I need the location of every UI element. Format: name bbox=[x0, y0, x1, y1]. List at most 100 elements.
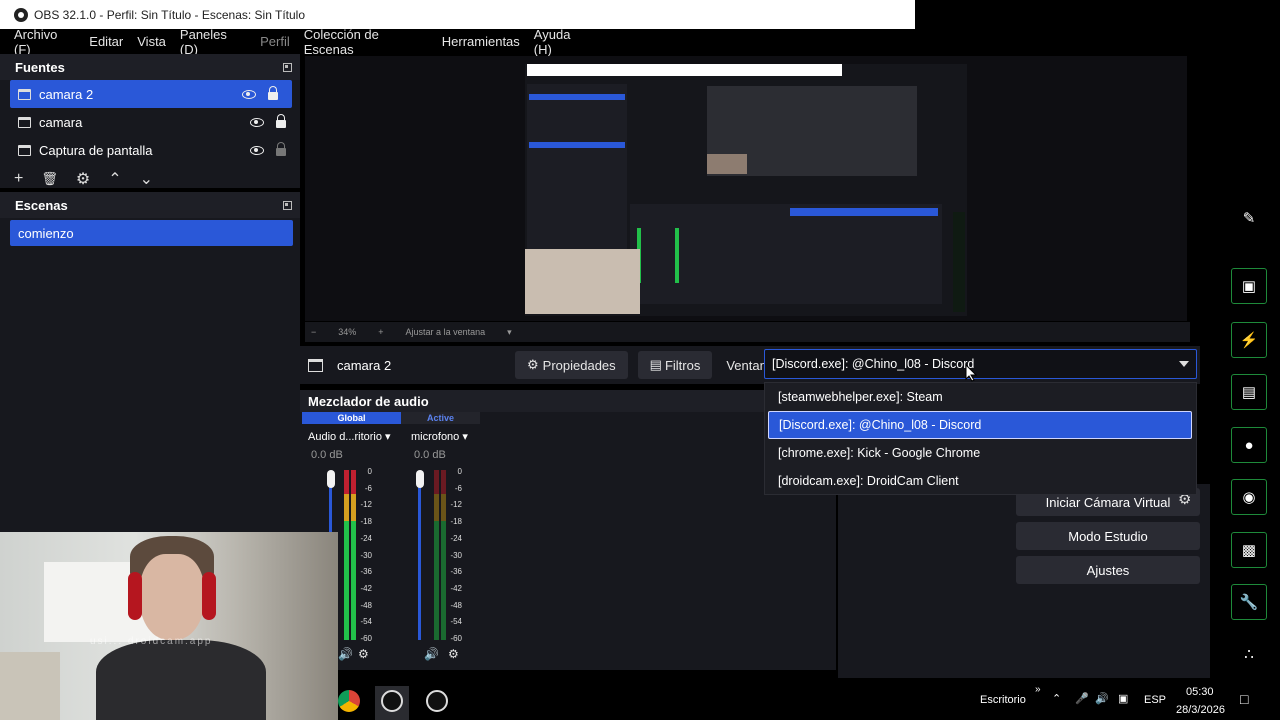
clock-date[interactable]: 28/3/2026 bbox=[1176, 704, 1225, 716]
scenes-icon[interactable]: ▩ bbox=[1231, 532, 1267, 568]
window-option-droidcam[interactable]: [droidcam.exe]: DroidCam Client bbox=[765, 467, 1196, 495]
channel-name-mic[interactable]: microfono ▾ bbox=[411, 430, 468, 443]
network-icon[interactable]: ▣ bbox=[1118, 692, 1128, 705]
fader-track-mic[interactable] bbox=[418, 480, 421, 640]
window-select-dropdown: [steamwebhelper.exe]: Steam [Discord.exe… bbox=[764, 382, 1197, 495]
wrench-icon[interactable]: 🔧 bbox=[1231, 584, 1267, 620]
source-item-camara-2[interactable]: camara 2 bbox=[10, 80, 292, 108]
source-label: camara bbox=[39, 114, 83, 130]
more-icon[interactable]: ∴ bbox=[1231, 636, 1267, 672]
display-capture-icon bbox=[18, 144, 31, 156]
broadcast-icon[interactable]: ◉ bbox=[1231, 479, 1267, 515]
webcam-watermark: usi... droidcam.app bbox=[90, 636, 213, 647]
edit-icon[interactable]: ✎ bbox=[1231, 200, 1267, 236]
settings-button[interactable]: Ajustes bbox=[1016, 556, 1200, 584]
trash-icon[interactable]: 🗑 bbox=[41, 171, 58, 187]
menu-paneles[interactable]: Paneles (D) bbox=[180, 27, 246, 57]
window-option-steam[interactable]: [steamwebhelper.exe]: Steam bbox=[765, 383, 1196, 411]
undock-icon[interactable] bbox=[283, 62, 292, 72]
menu-archivo[interactable]: Archivo (F) bbox=[14, 27, 75, 57]
window-option-discord[interactable]: [Discord.exe]: @Chino_l08 - Discord bbox=[768, 411, 1192, 439]
webcam-face bbox=[140, 554, 204, 640]
channel-db-mic: 0.0 dB bbox=[414, 449, 446, 461]
filter-icon: ▤ bbox=[649, 357, 662, 372]
speaker-icon[interactable]: 🔊 bbox=[424, 647, 439, 661]
obs-logo-icon bbox=[14, 7, 28, 22]
window-select[interactable]: [Discord.exe]: @Chino_l08 - Discord bbox=[764, 349, 1197, 379]
chevron-double-icon[interactable]: » bbox=[1035, 684, 1041, 695]
source-label: camara 2 bbox=[39, 86, 94, 102]
properties-button[interactable]: ⚙ Propiedades bbox=[515, 351, 628, 379]
scene-item-comienzo[interactable]: comienzo bbox=[10, 220, 293, 246]
volume-icon[interactable]: 🔊 bbox=[1095, 692, 1109, 705]
sources-panel: Fuentes camara 2 camara Captura de panta… bbox=[0, 54, 300, 188]
menu-editar[interactable]: Editar bbox=[89, 34, 123, 49]
preview-zoom-bar: − 34% + Ajustar a la ventana ▾ bbox=[305, 322, 1190, 342]
window-title: OBS 32.1.0 - Perfil: Sin Título - Escena… bbox=[34, 7, 306, 22]
title-bar: OBS 32.1.0 - Perfil: Sin Título - Escena… bbox=[0, 0, 915, 29]
tab-global[interactable]: Global bbox=[302, 412, 401, 424]
chevron-down-icon[interactable]: ▾ bbox=[507, 327, 512, 338]
chevron-down-icon[interactable]: ⌄ bbox=[140, 169, 153, 189]
chrome-icon[interactable] bbox=[338, 690, 360, 712]
webcam-headphone bbox=[202, 572, 216, 620]
fit-to-window-button[interactable]: Ajustar a la ventana bbox=[406, 327, 486, 337]
menu-herramientas[interactable]: Herramientas bbox=[442, 34, 520, 49]
fader-knob-mic[interactable] bbox=[416, 470, 424, 488]
menu-ayuda[interactable]: Ayuda (H) bbox=[534, 27, 590, 57]
gear-icon[interactable]: ⚙ bbox=[76, 169, 90, 189]
visibility-eye-icon[interactable] bbox=[242, 89, 256, 99]
visibility-eye-icon[interactable] bbox=[250, 145, 264, 155]
selected-source-name: camara 2 bbox=[337, 357, 392, 373]
preview-capture-titlebar bbox=[527, 64, 842, 76]
menu-perfil[interactable]: Perfil bbox=[260, 34, 290, 49]
menu-vista[interactable]: Vista bbox=[137, 34, 166, 49]
zoom-out-button[interactable]: − bbox=[311, 327, 316, 337]
chevron-up-icon[interactable]: ⌃ bbox=[1052, 692, 1061, 705]
settings-label: Ajustes bbox=[1086, 562, 1130, 578]
source-item-camara[interactable]: camara bbox=[0, 108, 300, 136]
droidcam-icon[interactable] bbox=[426, 690, 448, 712]
document-icon[interactable]: ▤ bbox=[1231, 374, 1267, 410]
lock-icon[interactable] bbox=[268, 86, 278, 100]
webcam-overlay: usi... droidcam.app bbox=[0, 532, 338, 720]
microphone-icon[interactable]: 🎤 bbox=[1075, 692, 1089, 705]
menu-coleccion-escenas[interactable]: Colección de Escenas bbox=[304, 27, 428, 57]
window-select-value: [Discord.exe]: @Chino_l08 - Discord bbox=[772, 357, 975, 371]
filters-button[interactable]: ▤ Filtros bbox=[637, 351, 713, 379]
lightning-icon[interactable]: ⚡ bbox=[1231, 322, 1267, 358]
studio-mode-button[interactable]: Modo Estudio bbox=[1016, 522, 1200, 550]
visibility-eye-icon[interactable] bbox=[250, 117, 264, 127]
unlock-icon[interactable] bbox=[276, 142, 286, 156]
fader-knob-desktop[interactable] bbox=[327, 470, 335, 488]
mixer-settings-icon[interactable]: ⚙ bbox=[358, 647, 369, 661]
right-sidebar: ✎ ▣ ⚡ ▤ ● ◉ ▩ 🔧 ∴ bbox=[1218, 208, 1280, 678]
chat-icon[interactable]: ● bbox=[1231, 427, 1267, 463]
chevron-up-icon[interactable]: ⌃ bbox=[108, 169, 121, 189]
language-indicator[interactable]: ESP bbox=[1144, 694, 1166, 706]
taskbar: Escritorio » ⌃ 🎤 🔊 ▣ ESP 05:30 28/3/2026… bbox=[338, 682, 1280, 720]
clock-time[interactable]: 05:30 bbox=[1186, 686, 1214, 698]
mixer-settings-icon[interactable]: ⚙ bbox=[448, 647, 459, 661]
zoom-in-button[interactable]: + bbox=[378, 327, 383, 337]
scenes-panel: Escenas comienzo bbox=[0, 192, 300, 532]
channel-name-desktop[interactable]: Audio d...ritorio ▾ bbox=[308, 430, 391, 443]
window-option-chrome[interactable]: [chrome.exe]: Kick - Google Chrome bbox=[765, 439, 1196, 467]
speaker-icon[interactable]: 🔊 bbox=[338, 647, 353, 661]
tab-active[interactable]: Active bbox=[401, 412, 480, 424]
sources-title: Fuentes bbox=[15, 59, 65, 75]
screenshot-icon[interactable]: ▣ bbox=[1231, 268, 1267, 304]
source-item-captura-pantalla[interactable]: Captura de pantalla bbox=[0, 136, 300, 164]
undock-icon[interactable] bbox=[283, 200, 292, 210]
notification-icon[interactable]: □ bbox=[1240, 691, 1248, 707]
obs-icon[interactable] bbox=[381, 690, 403, 712]
window-capture-icon bbox=[308, 358, 323, 372]
gear-icon: ⚙ bbox=[527, 357, 539, 372]
lock-icon[interactable] bbox=[276, 114, 286, 128]
add-icon[interactable]: + bbox=[14, 170, 23, 188]
sources-header: Fuentes bbox=[0, 54, 300, 80]
meter-desktop-left bbox=[344, 470, 349, 640]
mouse-cursor-icon bbox=[965, 364, 977, 382]
desktop-label[interactable]: Escritorio bbox=[980, 694, 1026, 706]
webcam-shelf bbox=[0, 652, 60, 720]
